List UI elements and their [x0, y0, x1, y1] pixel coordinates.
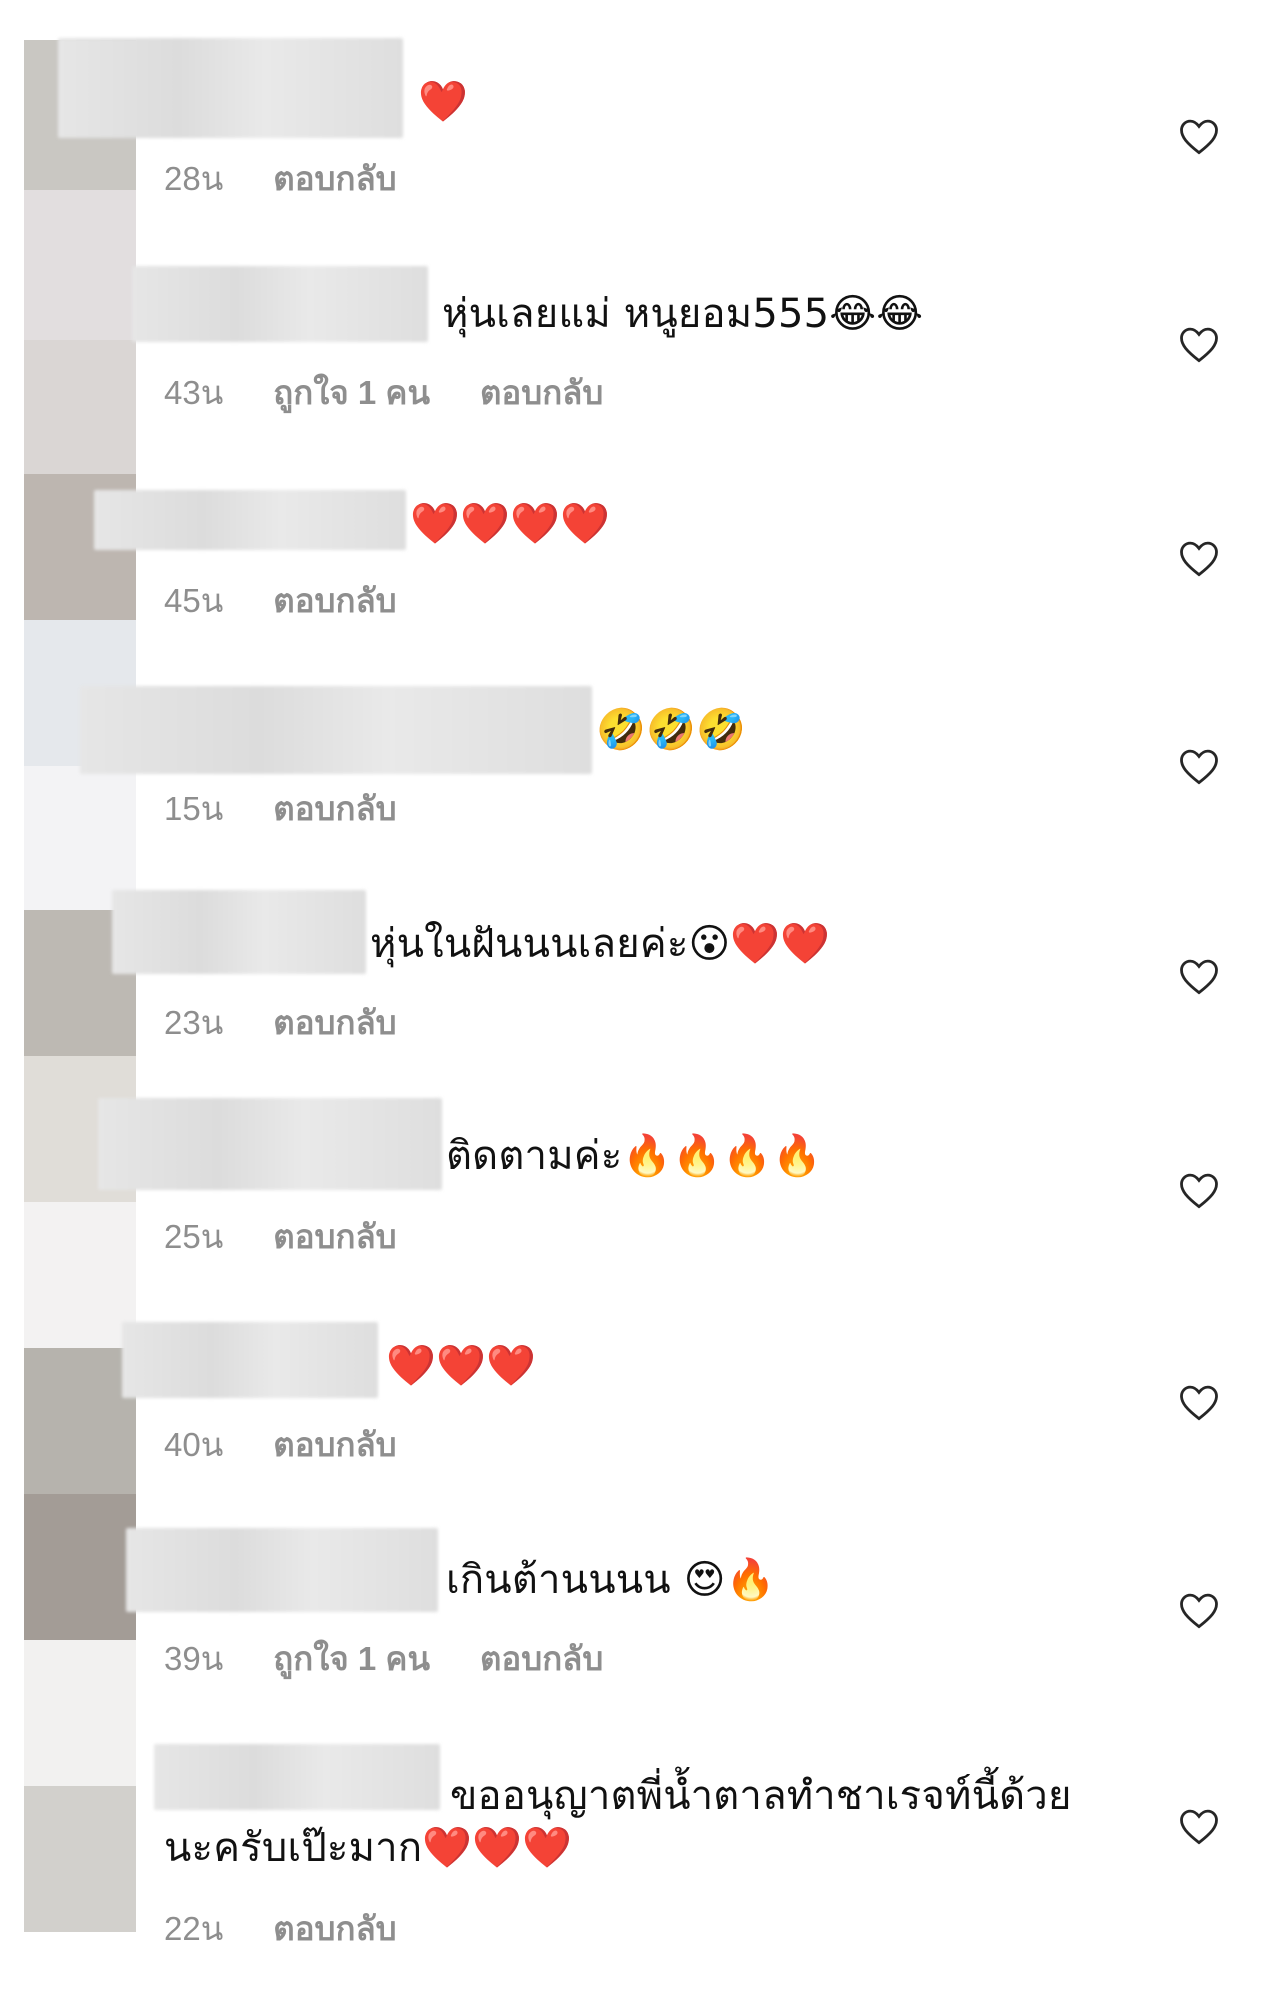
comment-time: 40น [164, 1426, 224, 1463]
heart-outline-icon [1180, 1385, 1218, 1421]
comment-time: 15น [164, 790, 224, 827]
comment-text: ขออนุญาตพี่น้ำตาลทำชาเรจท์นี้ด้วยนะครับเ… [164, 1773, 1072, 1871]
likes-count[interactable]: ถูกใจ 1 คน [273, 366, 430, 419]
comment-meta: 45น ตอบกลับ [164, 574, 447, 627]
like-button[interactable] [1178, 1170, 1220, 1210]
comment-text: ❤️ [418, 79, 469, 125]
like-button[interactable] [1178, 746, 1220, 786]
comment-text: หุ่นในฝันนนเลยค่ะ😮❤️❤️ [370, 921, 831, 967]
username-redacted[interactable] [122, 1322, 378, 1398]
avatar[interactable] [24, 340, 136, 474]
like-button[interactable] [1178, 956, 1220, 996]
like-button[interactable] [1178, 1382, 1220, 1422]
reply-button[interactable]: ตอบกลับ [273, 1418, 396, 1471]
reply-button[interactable]: ตอบกลับ [273, 1210, 396, 1263]
like-button[interactable] [1178, 538, 1220, 578]
comment-time: 45น [164, 582, 224, 619]
comment-meta: 39น ถูกใจ 1 คน ตอบกลับ [164, 1632, 653, 1685]
comment-meta: 15น ตอบกลับ [164, 782, 447, 835]
like-button[interactable] [1178, 1806, 1220, 1846]
heart-outline-icon [1180, 1809, 1218, 1845]
username-redacted[interactable] [58, 38, 403, 138]
comment-text: ❤️❤️❤️❤️ [410, 501, 611, 547]
heart-outline-icon [1180, 327, 1218, 363]
comment-meta: 43น ถูกใจ 1 คน ตอบกลับ [164, 366, 653, 419]
comment-text: ❤️❤️❤️ [386, 1343, 537, 1389]
comment-time: 22น [164, 1910, 224, 1947]
comment-time: 43น [164, 374, 224, 411]
likes-count[interactable]: ถูกใจ 1 คน [273, 1632, 430, 1685]
comment-text: หุ่นเลยแม่ หนูยอม555😂😂 [442, 291, 924, 337]
reply-button[interactable]: ตอบกลับ [273, 996, 396, 1049]
heart-outline-icon [1180, 959, 1218, 995]
like-button[interactable] [1178, 324, 1220, 364]
heart-outline-icon [1180, 749, 1218, 785]
comment-text: ติดตามค่ะ🔥🔥🔥🔥 [446, 1133, 823, 1179]
comment-time: 23น [164, 1004, 224, 1041]
comment-time: 25น [164, 1218, 224, 1255]
username-redacted[interactable] [132, 266, 428, 342]
reply-button[interactable]: ตอบกลับ [273, 152, 396, 205]
avatar[interactable] [24, 190, 136, 340]
username-redacted[interactable] [80, 686, 592, 774]
comment-time: 39น [164, 1640, 224, 1677]
comment-meta: 40น ตอบกลับ [164, 1418, 447, 1471]
like-button[interactable] [1178, 116, 1220, 156]
reply-button[interactable]: ตอบกลับ [480, 366, 603, 419]
avatar[interactable] [24, 766, 136, 910]
username-redacted[interactable] [112, 890, 366, 974]
avatar[interactable] [24, 1640, 136, 1786]
comment-text: เกินต้านนนน 😍🔥 [446, 1557, 776, 1603]
avatar[interactable] [24, 1786, 136, 1932]
avatar-column [24, 40, 136, 1932]
username-redacted[interactable] [98, 1098, 442, 1190]
like-button[interactable] [1178, 1590, 1220, 1630]
heart-outline-icon [1180, 541, 1218, 577]
username-redacted[interactable] [126, 1528, 438, 1612]
comment-meta: 28น ตอบกลับ [164, 152, 447, 205]
avatar[interactable] [24, 1494, 136, 1640]
comment-meta: 25น ตอบกลับ [164, 1210, 447, 1263]
comment-time: 28น [164, 160, 224, 197]
comment-meta: 22น ตอบกลับ [164, 1902, 447, 1955]
comment-meta: 23น ตอบกลับ [164, 996, 447, 1049]
avatar[interactable] [24, 1202, 136, 1348]
avatar[interactable] [24, 1348, 136, 1494]
comment-text: 🤣🤣🤣 [596, 707, 747, 753]
heart-outline-icon [1180, 1173, 1218, 1209]
username-redacted[interactable] [94, 490, 406, 550]
reply-button[interactable]: ตอบกลับ [273, 1902, 396, 1955]
reply-button[interactable]: ตอบกลับ [273, 782, 396, 835]
reply-button[interactable]: ตอบกลับ [273, 574, 396, 627]
heart-outline-icon [1180, 1593, 1218, 1629]
reply-button[interactable]: ตอบกลับ [480, 1632, 603, 1685]
heart-outline-icon [1180, 119, 1218, 155]
